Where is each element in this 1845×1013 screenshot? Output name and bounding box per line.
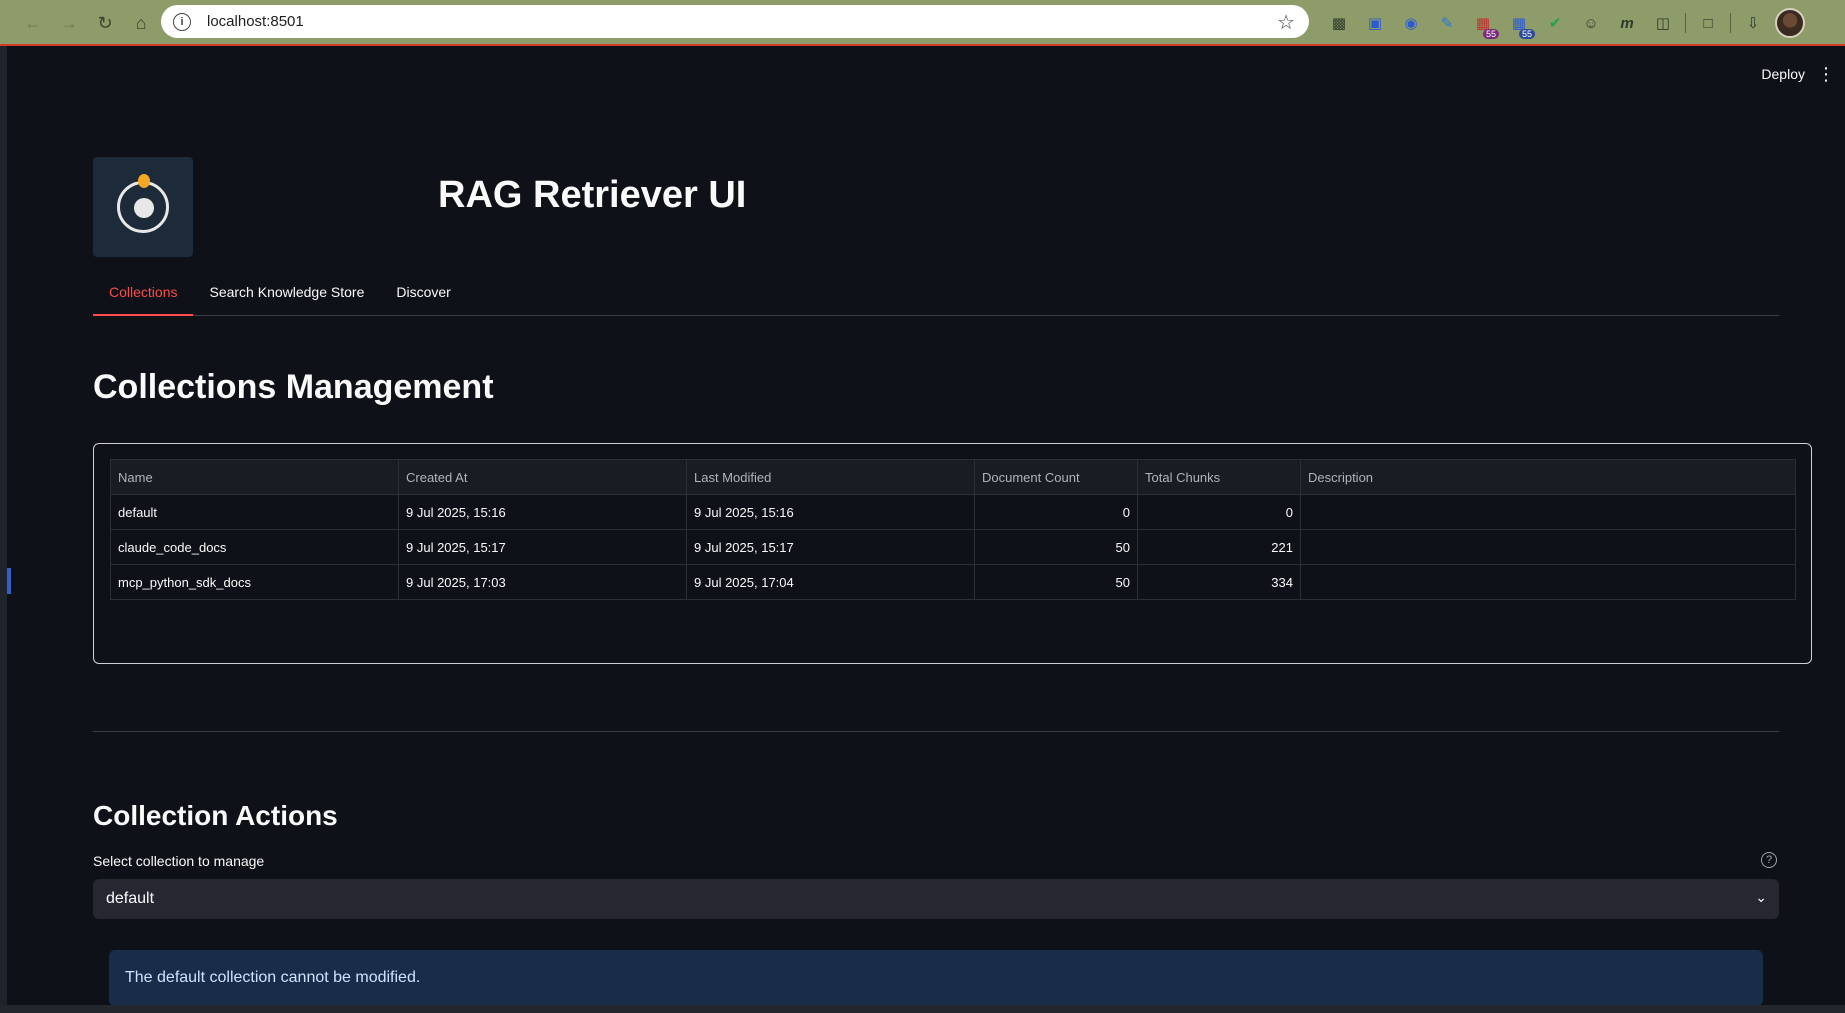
check-extension-icon[interactable]: ✔: [1541, 9, 1569, 37]
help-icon[interactable]: ?: [1761, 852, 1777, 868]
site-info-icon[interactable]: i: [173, 12, 191, 31]
collection-select[interactable]: default ⌄: [93, 879, 1779, 919]
forward-icon[interactable]: →: [54, 8, 84, 38]
extension-icon[interactable]: ▣: [1361, 9, 1389, 37]
section-divider: [93, 731, 1779, 732]
m-extension-icon[interactable]: m: [1613, 9, 1641, 37]
tab-collections[interactable]: Collections: [93, 276, 194, 316]
cell-name[interactable]: mcp_python_sdk_docs: [110, 564, 399, 600]
cell-document-count[interactable]: 50: [974, 564, 1138, 600]
extension-icon[interactable]: ▦ 55: [1505, 9, 1535, 39]
column-header-name[interactable]: Name: [110, 459, 399, 495]
chevron-down-icon[interactable]: ⌄: [1755, 889, 1767, 906]
tab-discover[interactable]: Discover: [380, 276, 466, 316]
streamlit-app: Deploy ⋮ RAG Retriever UI Collections Se…: [0, 46, 1845, 1013]
cell-created-at[interactable]: 9 Jul 2025, 15:16: [398, 494, 687, 530]
cell-total-chunks[interactable]: 334: [1137, 564, 1301, 600]
browser-toolbar: ← → ↻ ⌂ i localhost:8501 ☆ ▩ ▣ ◉ ✎ ▦ 55 ▦…: [0, 0, 1845, 46]
home-icon[interactable]: ⌂: [126, 8, 156, 38]
table-row[interactable]: mcp_python_sdk_docs 9 Jul 2025, 17:03 9 …: [110, 564, 1796, 600]
cell-total-chunks[interactable]: 221: [1137, 529, 1301, 565]
robot-extension-icon[interactable]: ☺: [1577, 9, 1605, 37]
bookmark-star-icon[interactable]: ☆: [1277, 10, 1295, 35]
extension-badge: 55: [1518, 29, 1535, 39]
collections-table[interactable]: Name Created At Last Modified Document C…: [110, 459, 1796, 600]
collections-table-frame: Name Created At Last Modified Document C…: [93, 443, 1812, 664]
info-alert-text: The default collection cannot be modifie…: [125, 969, 421, 986]
app-title: RAG Retriever UI: [438, 174, 747, 216]
cell-last-modified[interactable]: 9 Jul 2025, 17:04: [686, 564, 975, 600]
reload-icon[interactable]: ↻: [90, 8, 120, 38]
select-collection-label: Select collection to manage: [93, 853, 265, 869]
table-row[interactable]: default 9 Jul 2025, 15:16 9 Jul 2025, 15…: [110, 494, 1796, 530]
download-icon[interactable]: ⇩: [1739, 9, 1767, 37]
cell-name[interactable]: claude_code_docs: [110, 529, 399, 565]
puzzle-icon[interactable]: ◫: [1649, 9, 1677, 37]
tab-search-knowledge-store[interactable]: Search Knowledge Store: [193, 276, 380, 316]
sidebar-marker: [7, 568, 11, 594]
back-icon[interactable]: ←: [18, 8, 48, 38]
cell-document-count[interactable]: 0: [974, 494, 1138, 530]
tab-bar: Collections Search Knowledge Store Disco…: [93, 276, 1779, 316]
cell-total-chunks[interactable]: 0: [1137, 494, 1301, 530]
column-header-total-chunks[interactable]: Total Chunks: [1137, 459, 1301, 495]
cell-created-at[interactable]: 9 Jul 2025, 15:17: [398, 529, 687, 565]
browser-nav-buttons: ← → ↻ ⌂: [0, 8, 160, 38]
logo-graphic: [117, 174, 169, 233]
table-header-row: Name Created At Last Modified Document C…: [110, 459, 1796, 495]
collections-heading: Collections Management: [93, 368, 494, 406]
deploy-button[interactable]: Deploy: [1761, 66, 1805, 82]
column-header-description[interactable]: Description: [1300, 459, 1796, 495]
cell-name[interactable]: default: [110, 494, 399, 530]
separator: [1685, 13, 1686, 33]
robot-face-icon: [134, 198, 154, 218]
info-alert: The default collection cannot be modifie…: [109, 950, 1763, 1006]
column-header-created-at[interactable]: Created At: [398, 459, 687, 495]
tab-search-icon[interactable]: □: [1694, 9, 1722, 37]
extension-icon[interactable]: ◉: [1397, 9, 1425, 37]
cell-created-at[interactable]: 9 Jul 2025, 17:03: [398, 564, 687, 600]
collection-select-value: default: [106, 890, 155, 907]
address-bar[interactable]: i localhost:8501 ☆: [161, 5, 1309, 38]
cell-description[interactable]: [1300, 564, 1796, 600]
cell-description[interactable]: [1300, 529, 1796, 565]
lightbulb-icon: [138, 174, 150, 188]
extension-icon[interactable]: ▦ 55: [1469, 9, 1499, 39]
extension-icon[interactable]: ▩: [1325, 9, 1353, 37]
collection-actions-heading: Collection Actions: [93, 800, 338, 831]
column-header-document-count[interactable]: Document Count: [974, 459, 1138, 495]
cell-document-count[interactable]: 50: [974, 529, 1138, 565]
extensions-bar: ▩ ▣ ◉ ✎ ▦ 55 ▦ 55 ✔ ☺ m ◫ □ ⇩: [1325, 8, 1805, 39]
url-text[interactable]: localhost:8501: [207, 13, 304, 30]
extension-icon[interactable]: ✎: [1433, 9, 1461, 37]
extension-badge: 55: [1482, 29, 1499, 39]
cell-last-modified[interactable]: 9 Jul 2025, 15:17: [686, 529, 975, 565]
main-menu-icon[interactable]: ⋮: [1817, 64, 1835, 85]
separator: [1730, 13, 1731, 33]
table-row[interactable]: claude_code_docs 9 Jul 2025, 15:17 9 Jul…: [110, 529, 1796, 565]
cell-description[interactable]: [1300, 494, 1796, 530]
cell-last-modified[interactable]: 9 Jul 2025, 15:16: [686, 494, 975, 530]
column-header-last-modified[interactable]: Last Modified: [686, 459, 975, 495]
bottom-strip: [0, 1005, 1845, 1013]
app-logo: [93, 157, 193, 257]
profile-avatar[interactable]: [1775, 8, 1805, 38]
